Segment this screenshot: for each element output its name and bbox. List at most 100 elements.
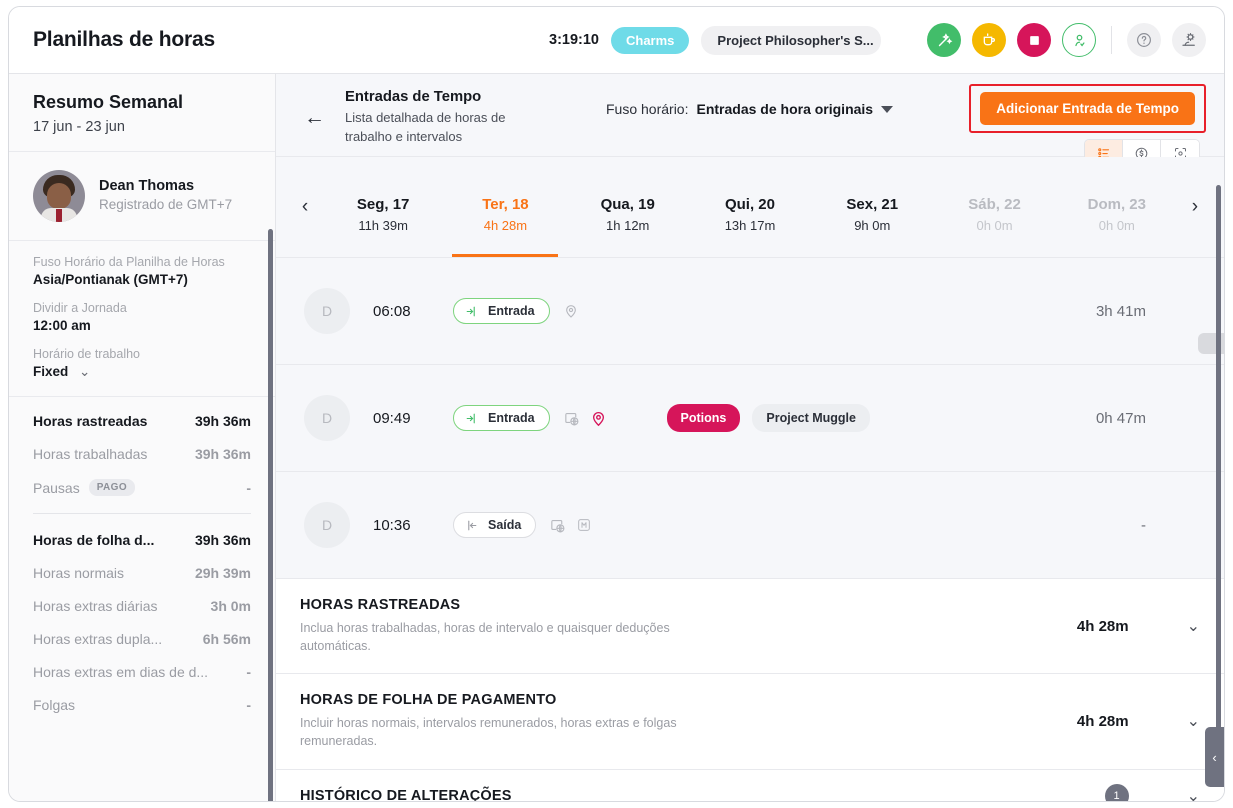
stat-label: Folgas [33,697,76,713]
stat-value: 39h 36m [194,446,251,462]
schedule-select[interactable]: Fixed ⌄ [33,364,251,380]
day-tab-label: Ter, 18 [482,195,529,213]
location-pin-icon[interactable] [563,303,579,319]
add-time-entry-button[interactable]: Adicionar Entrada de Tempo [980,92,1195,125]
chevron-down-icon[interactable]: ⌄ [1187,711,1200,731]
day-tab-qua-19[interactable]: Qua, 19 1h 12m [567,157,689,257]
stat-label: Horas normais [33,565,125,581]
day-navigation: Dia de descanso ‹ Seg, 17 11h 39m Ter, 1… [276,157,1224,354]
day-tab-seg-17[interactable]: Seg, 17 11h 39m [322,157,444,257]
stat-row-tracked: Horas rastreadas 39h 36m [33,413,251,429]
coffee-cup-icon[interactable] [972,23,1006,57]
avatar: D [304,502,350,548]
entry-type-chip[interactable]: Saída [453,512,537,538]
weekly-summary-sidebar: Resumo Semanal 17 jun - 23 jun Dean Thom… [9,73,276,801]
top-bar: Planilhas de horas 3:19:10 Charms Projec… [9,7,1224,73]
stat-row-restday-ot: Horas extras em dias de d... - [33,664,251,680]
sidebar-scrollbar[interactable] [268,229,273,801]
summary-section-tracked-hours[interactable]: HORAS RASTREADAS Inclua horas trabalhada… [276,578,1224,673]
side-panel-toggle[interactable]: ‹ [1205,727,1224,787]
clock-in-arrow-icon [466,413,475,423]
globe-window-icon[interactable] [549,517,566,534]
next-week-arrow[interactable]: › [1178,196,1212,218]
main-title: Entradas de Tempo [345,89,482,105]
question-mark-icon[interactable] [1127,23,1161,57]
user-check-icon[interactable] [1062,23,1096,57]
location-pin-filled-icon[interactable] [590,410,607,427]
summary-section-payroll-hours[interactable]: HORAS DE FOLHA DE PAGAMENTO Incluir hora… [276,673,1224,768]
table-row[interactable]: D 06:08 Entrada 3h 41m [276,257,1224,364]
entry-time: 06:08 [373,302,411,320]
avatar: D [304,395,350,441]
table-row[interactable]: D 09:49 Entrada Potions Project Muggle 0… [276,364,1224,471]
charms-tag-pill[interactable]: Charms [610,26,690,54]
project-pill[interactable]: Project Philosopher's S... [701,25,882,55]
main-scrollbar[interactable] [1216,185,1221,745]
tag-chip[interactable]: Potions [666,404,741,432]
magic-wand-icon[interactable] [927,23,961,57]
timezone-selector[interactable]: Fuso horário: Entradas de hora originais [606,101,894,117]
entry-duration: 3h 41m [1095,302,1146,320]
day-tab-label: Seg, 17 [356,195,410,213]
meta-value-schedule: Fixed [33,364,69,379]
stat-row-double-ot: Horas extras dupla... 6h 56m [33,631,251,647]
day-tab-sex-21[interactable]: Sex, 21 9h 0m [811,157,933,257]
back-arrow-icon[interactable]: ← [304,107,325,128]
summary-title: HORAS DE FOLHA DE PAGAMENTO [300,692,557,709]
entry-duration: 0h 47m [1095,409,1146,427]
table-row[interactable]: D 10:36 Saída - [276,471,1224,578]
stat-value: - [246,664,251,680]
stat-value: - [246,479,251,496]
sidebar-heading: Resumo Semanal [33,92,184,112]
summary-section-change-history[interactable]: HISTÓRICO DE ALTERAÇÕES 1 ⌄ [276,768,1224,802]
stat-label: Horas extras dupla... [33,631,163,647]
summary-description: Incluir horas normais, intervalos remune… [300,716,677,749]
user-subtitle: Registrado de GMT+7 [99,197,233,213]
day-tab-ter-18[interactable]: Ter, 18 4h 28m [444,157,566,257]
stat-label: Horas trabalhadas [33,446,148,462]
globe-window-icon[interactable] [563,410,580,427]
sidebar-user-block[interactable]: Dean Thomas Registrado de GMT+7 [9,152,275,241]
sidebar-date-range: 17 jun - 23 jun [33,119,125,135]
toolbar-divider [1111,26,1112,54]
stat-value: 39h 36m [194,413,251,429]
entry-duration: - [1141,516,1146,534]
summary-value: 4h 28m [1076,712,1129,730]
day-tab-duration: 0h 0m [976,217,1013,233]
entry-time: 09:49 [373,409,411,427]
stat-row-regular: Horas normais 29h 39m [33,565,251,581]
manual-m-icon[interactable] [576,517,592,533]
summary-sections: HORAS RASTREADAS Inclua horas trabalhada… [276,578,1224,802]
entry-tags: Potions Project Muggle [666,404,870,432]
stat-row-timeoff: Folgas - [33,697,251,713]
entry-type-chip[interactable]: Entrada [453,298,550,324]
timezone-label: Fuso horário: [606,101,689,117]
settings-gear-icon[interactable] [1172,23,1206,57]
day-tab-duration: 11h 39m [358,217,408,233]
chevron-down-icon[interactable]: ⌄ [1187,616,1200,636]
main-content: ← Entradas de Tempo Lista detalhada de h… [276,73,1224,802]
day-tab-label: Sáb, 22 [968,195,1021,213]
meta-label-schedule: Horário de trabalho [33,347,141,361]
day-tab-label: Qui, 20 [724,195,775,213]
entry-icons [549,517,592,534]
day-tab-dom-23[interactable]: Dom, 23 0h 0m [1056,157,1178,257]
day-tab-duration: 0h 0m [1098,217,1135,233]
day-tab-qui-20[interactable]: Qui, 20 13h 17m [689,157,811,257]
sidebar-divider [33,513,251,514]
stop-square-icon[interactable] [1017,23,1051,57]
day-tab-sab-22[interactable]: Sáb, 22 0h 0m [933,157,1055,257]
tag-chip[interactable]: Project Muggle [752,404,870,432]
entry-type-chip[interactable]: Entrada [453,405,550,431]
day-tab-label: Qua, 19 [600,195,655,213]
stat-value: 3h 0m [210,598,251,614]
time-entries-list: D 06:08 Entrada 3h 41m D 09:49 Entrada P… [276,257,1224,578]
chevron-down-icon[interactable]: ⌄ [1187,786,1200,802]
app-window: Planilhas de horas 3:19:10 Charms Projec… [8,6,1225,802]
stat-row-worked: Horas trabalhadas 39h 36m [33,446,251,462]
topbar-actions [927,7,1206,73]
add-entry-highlight: Adicionar Entrada de Tempo [969,84,1206,133]
stat-row-daily-ot: Horas extras diárias 3h 0m [33,598,251,614]
main-header: ← Entradas de Tempo Lista detalhada de h… [276,73,1224,167]
prev-week-arrow[interactable]: ‹ [288,196,322,218]
